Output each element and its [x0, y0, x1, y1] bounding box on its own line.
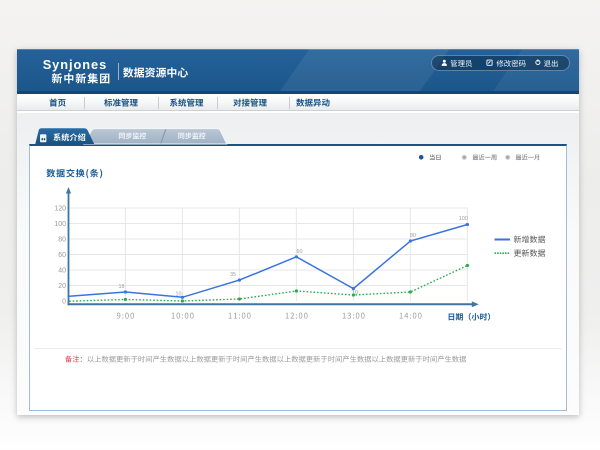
svg-text:0: 0	[62, 298, 66, 305]
svg-text:80: 80	[410, 233, 416, 239]
svg-text:60: 60	[297, 249, 303, 255]
svg-text:Synjones: Synjones	[43, 57, 108, 72]
svg-text:60: 60	[58, 252, 66, 259]
svg-text:100: 100	[459, 216, 468, 222]
svg-text:100: 100	[54, 221, 66, 228]
svg-text:18: 18	[119, 284, 125, 290]
svg-text:80: 80	[58, 236, 66, 243]
svg-text:20: 20	[58, 283, 66, 290]
svg-text:10: 10	[176, 292, 182, 298]
svg-text:10: 10	[352, 290, 358, 296]
svg-text:35: 35	[230, 272, 236, 278]
svg-text:120: 120	[54, 205, 66, 212]
svg-text:40: 40	[58, 267, 66, 274]
